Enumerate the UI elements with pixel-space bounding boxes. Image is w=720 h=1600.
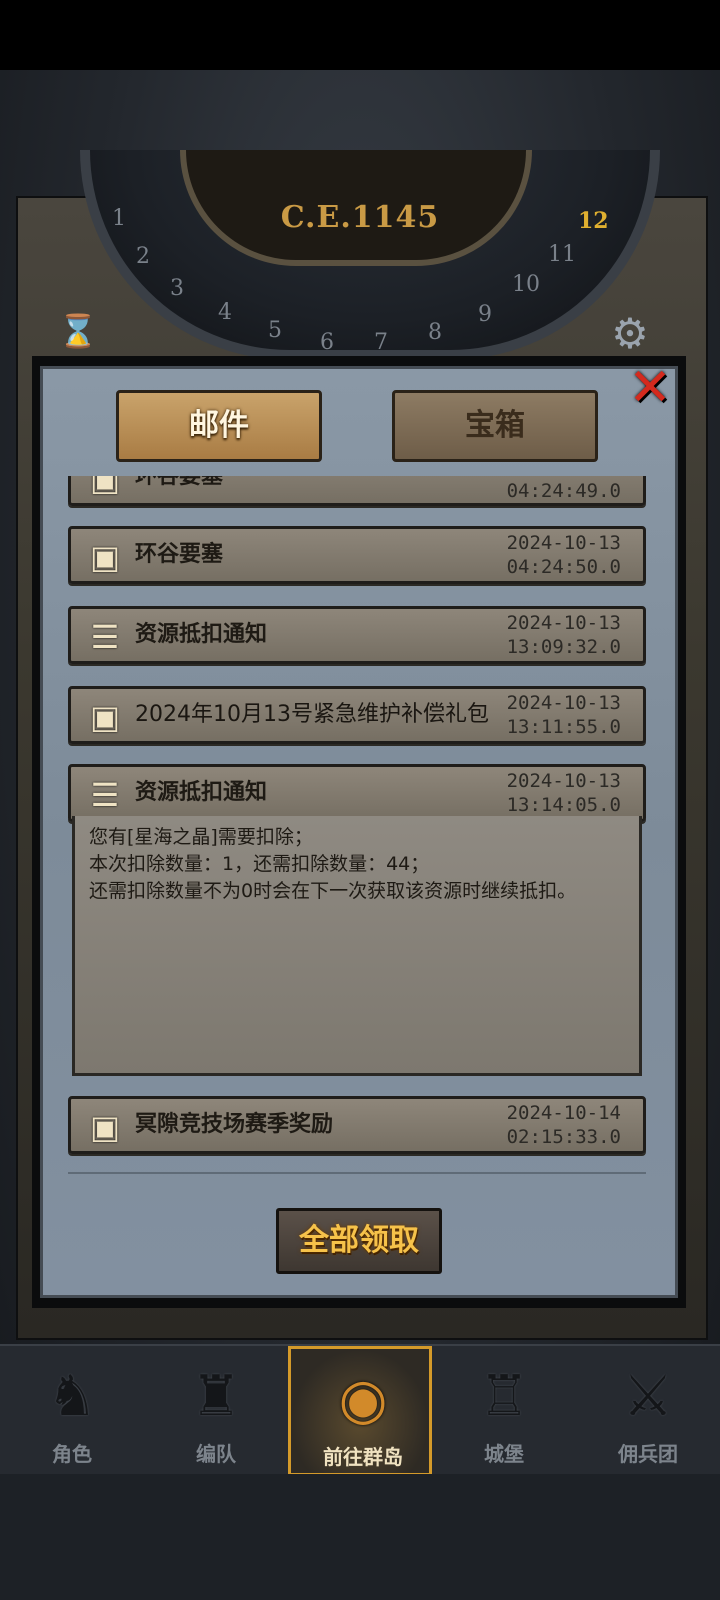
globe-icon: ◉	[338, 1367, 388, 1432]
chest-icon: ▣	[89, 1108, 121, 1146]
year-label: C.E.1145	[280, 200, 440, 235]
mail-time: 04:24:49.0	[506, 480, 621, 502]
mercenary-icon: ⚔	[622, 1364, 674, 1429]
mail-time: 13:09:32.0	[506, 636, 621, 658]
mail-date: 2024-10-13	[506, 770, 621, 792]
mail-title: 冥隙竞技场赛季奖励	[135, 1112, 334, 1137]
dial-number: 5	[268, 318, 282, 343]
dial-number: 6	[320, 330, 334, 355]
bottom-nav: ♞ 角色 ♜ 编队 ◉ 前往群岛 ♖ 城堡 ⚔ 佣兵团	[0, 1344, 720, 1476]
hourglass-icon[interactable]: ⌛	[58, 312, 98, 350]
mail-timestamp: 2024-10-13 13:11:55.0	[507, 691, 621, 739]
chest-icon: ▣	[89, 538, 121, 576]
mail-title: 资源抵扣通知	[135, 622, 268, 647]
mail-time: 04:24:50.0	[506, 556, 621, 578]
mail-date: 2024-10-13	[506, 532, 621, 554]
nav-label: 角色	[52, 1442, 92, 1466]
dial-number: 2	[136, 244, 150, 269]
mail-timestamp: 2024-10-13 13:09:32.0	[507, 611, 621, 659]
dial-number: 8	[428, 320, 442, 345]
claim-all-button[interactable]: 全部领取	[276, 1208, 442, 1274]
dial-number: 9	[478, 302, 492, 327]
nav-item-castle[interactable]: ♖ 城堡	[432, 1346, 576, 1476]
mail-row[interactable]: ▣ 冥隙竞技场赛季奖励 2024-10-14 02:15:33.0	[68, 1096, 646, 1154]
nav-label: 城堡	[484, 1442, 524, 1466]
gear-icon[interactable]: ⚙	[604, 308, 656, 360]
team-icon: ♜	[190, 1364, 242, 1429]
dial-number: 10	[512, 272, 540, 297]
mail-date: 2024-10-13	[506, 612, 621, 634]
chest-icon: ▣	[89, 476, 121, 498]
close-icon[interactable]: ✕	[622, 360, 678, 416]
nav-item-team[interactable]: ♜ 编队	[144, 1346, 288, 1476]
dial-number: 3	[170, 276, 184, 301]
mail-time: 13:11:55.0	[506, 716, 621, 738]
mail-detail: 您有[星海之晶]需要扣除； 本次扣除数量：1，还需扣除数量：44； 还需扣除数量…	[72, 816, 642, 1076]
tab-mail[interactable]: 邮件	[116, 390, 322, 462]
gesture-area	[0, 1474, 720, 1600]
detail-line: 本次扣除数量：1，还需扣除数量：44；	[89, 853, 430, 875]
detail-line: 您有[星海之晶]需要扣除；	[89, 826, 313, 848]
mail-row[interactable]: ▣ 环谷要塞 2024-10-13 04:24:50.0	[68, 526, 646, 584]
castle-icon: ♖	[478, 1364, 530, 1429]
mail-title: 环谷要塞	[135, 476, 224, 489]
mail-time: 02:15:33.0	[506, 1126, 621, 1148]
tab-chest[interactable]: 宝箱	[392, 390, 598, 462]
mail-row[interactable]: ☰ 资源抵扣通知 2024-10-13 13:09:32.0	[68, 606, 646, 664]
mail-timestamp: 2024-10-13 13:14:05.0	[507, 769, 621, 817]
chest-icon: ▣	[89, 698, 121, 736]
mail-title: 环谷要塞	[135, 542, 224, 567]
mail-timestamp: 2024-10-13 04:24:50.0	[507, 531, 621, 579]
mail-row-expanded[interactable]: ☰ 资源抵扣通知 2024-10-13 13:14:05.0	[68, 764, 646, 822]
scroll-icon: ☰	[90, 776, 120, 814]
dial-number-current: 12	[578, 208, 609, 234]
detail-line: 还需扣除数量不为0时会在下一次获取该资源时继续抵扣。	[89, 880, 577, 902]
nav-label: 佣兵团	[618, 1442, 678, 1466]
mail-date: 2024-10-13	[506, 692, 621, 714]
nav-item-mercenary[interactable]: ⚔ 佣兵团	[576, 1346, 720, 1476]
nav-label: 编队	[196, 1442, 236, 1466]
nav-label: 前往群岛	[323, 1445, 403, 1469]
mail-time: 13:14:05.0	[506, 794, 621, 816]
mail-list[interactable]: ▣ 环谷要塞 04:24:49.0 ▣ 环谷要塞 2024-10-13 04:2…	[68, 476, 658, 1176]
dial-number: 4	[218, 300, 232, 325]
mail-title: 资源抵扣通知	[135, 780, 268, 805]
nav-item-character[interactable]: ♞ 角色	[0, 1346, 144, 1476]
dial-number: 7	[374, 330, 388, 355]
scroll-icon: ☰	[90, 618, 120, 656]
mail-row[interactable]: ▣ 2024年10月13号紧急维护补偿礼包 2024-10-13 13:11:5…	[68, 686, 646, 744]
nav-item-islands[interactable]: ◉ 前往群岛	[288, 1346, 432, 1476]
dial-number: 1	[112, 206, 126, 231]
mail-title: 2024年10月13号紧急维护补偿礼包	[135, 702, 489, 727]
dial-number: 11	[548, 242, 576, 267]
status-bar	[0, 0, 720, 70]
list-divider	[68, 1172, 646, 1174]
mail-date: 2024-10-14	[506, 1102, 621, 1124]
mail-row[interactable]: ▣ 环谷要塞 04:24:49.0	[68, 476, 646, 506]
mail-timestamp: 2024-10-14 02:15:33.0	[507, 1101, 621, 1149]
knight-icon: ♞	[46, 1364, 98, 1429]
